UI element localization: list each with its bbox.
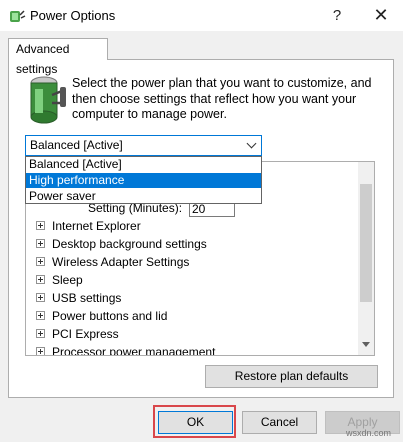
- plan-select-value: Balanced [Active]: [30, 138, 123, 152]
- expand-icon[interactable]: [36, 257, 45, 267]
- expand-icon[interactable]: [36, 329, 45, 339]
- tree-scrollbar[interactable]: [358, 162, 374, 355]
- tree-item-pci-express[interactable]: PCI Express: [36, 325, 119, 343]
- expand-icon[interactable]: [36, 275, 45, 285]
- tree-item-desktop-background[interactable]: Desktop background settings: [36, 235, 207, 253]
- tree-item-usb-settings[interactable]: USB settings: [36, 289, 121, 307]
- expand-icon[interactable]: [36, 347, 45, 355]
- restore-defaults-button[interactable]: Restore plan defaults: [205, 365, 378, 388]
- plan-option-power-saver[interactable]: Power saver: [26, 189, 261, 204]
- help-button[interactable]: ?: [315, 0, 359, 31]
- tree-item-processor-power[interactable]: Processor power management: [36, 343, 215, 355]
- expand-icon[interactable]: [36, 311, 45, 321]
- title-bar: Power Options ? ✕: [0, 0, 403, 31]
- power-options-icon: [10, 10, 26, 22]
- tree-item-power-buttons[interactable]: Power buttons and lid: [36, 307, 167, 325]
- watermark: wsxdn.com: [346, 428, 392, 438]
- expand-icon[interactable]: [36, 221, 45, 231]
- expand-icon[interactable]: [36, 293, 45, 303]
- ok-button[interactable]: OK: [158, 411, 233, 434]
- tree-scrollbar-thumb[interactable]: [360, 184, 372, 302]
- cancel-button[interactable]: Cancel: [242, 411, 317, 434]
- tree-item-wireless-adapter[interactable]: Wireless Adapter Settings: [36, 253, 189, 271]
- tree-item-sleep[interactable]: Sleep: [36, 271, 83, 289]
- plan-option-balanced[interactable]: Balanced [Active]: [26, 157, 261, 172]
- tab-advanced-settings[interactable]: Advanced settings: [8, 38, 108, 76]
- plan-option-high-performance[interactable]: High performance: [26, 173, 261, 188]
- plan-dropdown-list[interactable]: Balanced [Active] High performance Power…: [25, 156, 262, 204]
- scroll-down-icon[interactable]: [362, 342, 370, 347]
- plan-select[interactable]: Balanced [Active]: [25, 135, 262, 156]
- chevron-down-icon[interactable]: [246, 138, 257, 149]
- close-button[interactable]: ✕: [359, 0, 403, 31]
- tree-item-internet-explorer[interactable]: Internet Explorer: [36, 217, 141, 235]
- plan-description: Select the power plan that you want to c…: [72, 76, 372, 121]
- battery-plug-icon: [30, 76, 66, 124]
- expand-icon[interactable]: [36, 239, 45, 249]
- window-title: Power Options: [30, 8, 116, 23]
